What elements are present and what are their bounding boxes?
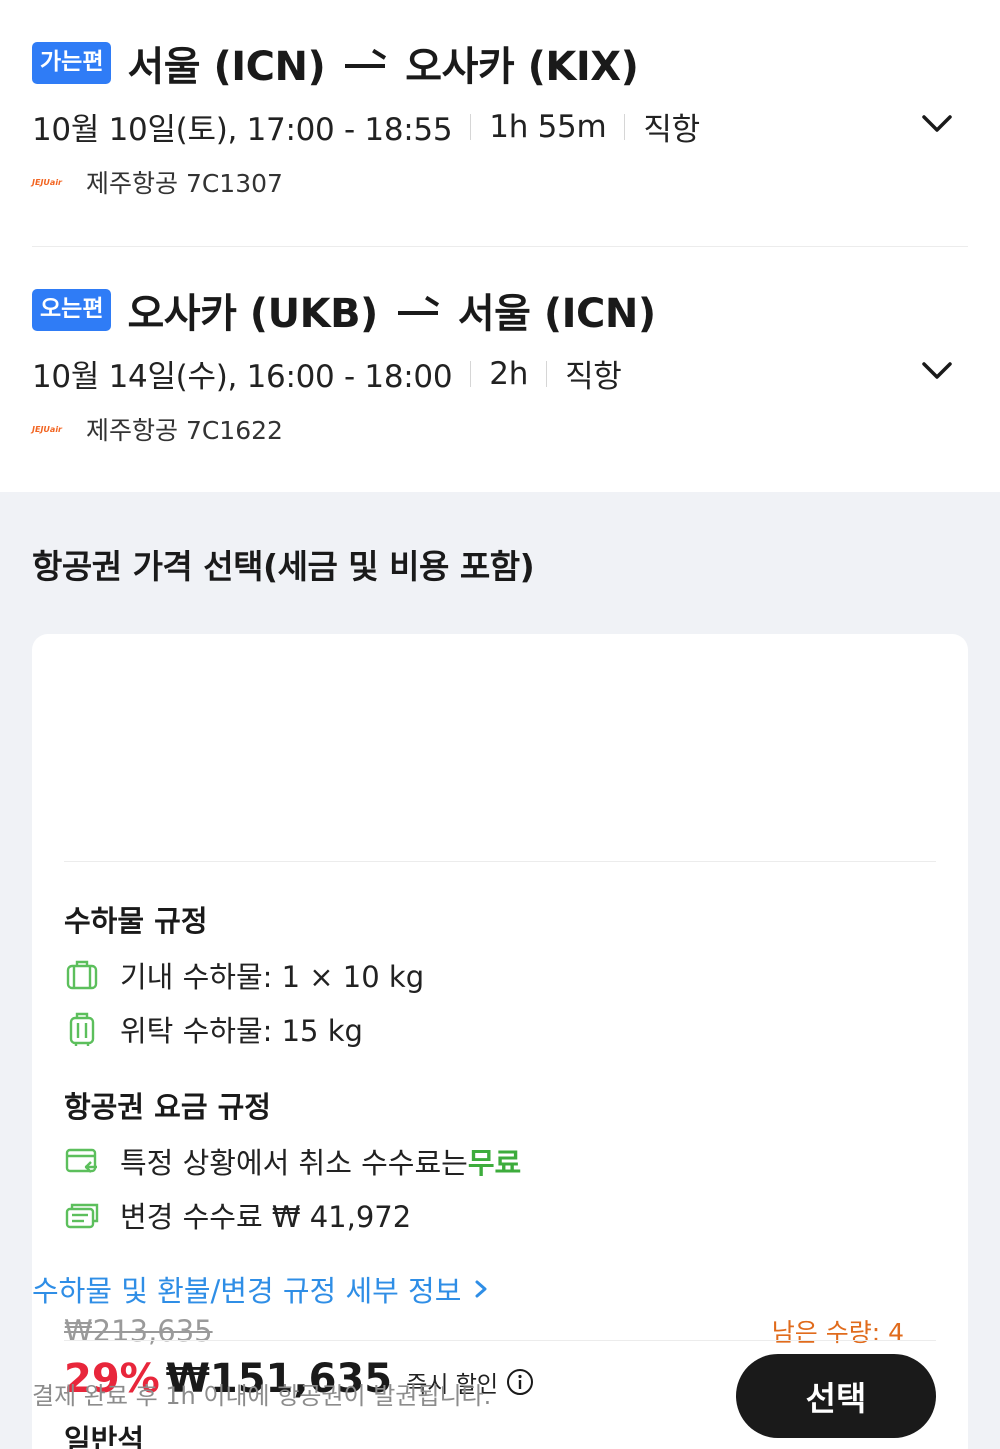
remaining-seats: 남은 수량: 4 xyxy=(771,1318,904,1347)
route-arrow-icon xyxy=(396,295,440,325)
chevron-right-icon xyxy=(475,1280,487,1298)
fare-rules-title: 항공권 요금 규정 xyxy=(64,1090,271,1124)
divider xyxy=(64,1340,936,1341)
outbound-badge: 가는편 xyxy=(32,42,112,84)
cancel-fee-rule: 특정 상황에서 취소 수수료는 무료 xyxy=(64,1140,521,1182)
return-airline: JEJUair 제주항공 7C1622 xyxy=(32,411,283,447)
chevron-down-icon[interactable] xyxy=(920,353,954,387)
rules-detail-link[interactable]: 수하물 및 환불/변경 규정 세부 정보 xyxy=(32,1268,493,1310)
rules-detail-link-label: 수하물 및 환불/변경 규정 세부 정보 xyxy=(32,1274,462,1308)
carry-on-text: 기내 수하물: 1 × 10 kg xyxy=(120,960,425,994)
carry-on-rule: 기내 수하물: 1 × 10 kg xyxy=(64,954,424,996)
chevron-down-icon[interactable] xyxy=(920,106,954,140)
return-destination: 서울 (ICN) xyxy=(457,291,656,337)
carry-on-bag-icon xyxy=(66,960,98,990)
return-date-time: 10월 14일(수), 16:00 - 18:00 xyxy=(32,359,453,395)
outbound-airline: JEJUair 제주항공 7C1307 xyxy=(32,164,283,200)
seat-class: 일반석 xyxy=(64,1423,145,1449)
checked-bag-rule: 위탁 수하물: 15 kg xyxy=(64,1008,363,1050)
divider xyxy=(546,360,548,387)
outbound-schedule: 10월 10일(토), 17:00 - 18:55 1h 55m 직항 xyxy=(32,104,700,149)
original-price: ₩213,635 xyxy=(64,1314,213,1348)
info-icon[interactable] xyxy=(506,1368,534,1396)
baggage-title: 수하물 규정 xyxy=(64,904,208,938)
checked-bag-icon xyxy=(69,1012,95,1046)
outbound-destination: 오사카 (KIX) xyxy=(405,44,639,90)
outbound-stops: 직항 xyxy=(643,112,700,148)
change-ticket-icon xyxy=(65,1203,99,1229)
return-route: 오사카 (UKB) 서울 (ICN) xyxy=(127,281,656,339)
outbound-flight-number: 제주항공 7C1307 xyxy=(86,169,283,198)
return-badge: 오는편 xyxy=(32,289,112,331)
return-flight-section[interactable]: 오는편 오사카 (UKB) 서울 (ICN) 10월 14일(수), 16:00… xyxy=(32,246,968,492)
select-button[interactable]: 선택 xyxy=(736,1354,936,1438)
issuance-note: 결제 완료 후 1h 이내에 항공권이 발권됩니다. xyxy=(32,1382,492,1410)
checked-bag-text: 위탁 수하물: 15 kg xyxy=(120,1014,363,1048)
return-route-row: 오는편 오사카 (UKB) 서울 (ICN) xyxy=(32,281,656,339)
airline-logo: JEJUair xyxy=(32,177,62,187)
outbound-date-time: 10월 10일(토), 17:00 - 18:55 xyxy=(32,112,453,148)
return-duration: 2h xyxy=(489,355,529,392)
outbound-origin: 서울 (ICN) xyxy=(127,44,326,90)
divider xyxy=(470,360,472,387)
return-flight-number: 제주항공 7C1622 xyxy=(86,416,283,445)
change-fee-text: 변경 수수료 ₩ 41,972 xyxy=(120,1200,412,1234)
cancel-fee-text: 특정 상황에서 취소 수수료는 xyxy=(120,1146,468,1180)
divider xyxy=(624,113,626,140)
outbound-route: 서울 (ICN) 오사카 (KIX) xyxy=(127,34,638,92)
return-origin: 오사카 (UKB) xyxy=(127,291,378,337)
fare-card: ₩213,635 남은 수량: 4 29% ₩151,635 즉시 할인 일반석… xyxy=(32,634,968,1449)
outbound-route-row: 가는편 서울 (ICN) 오사카 (KIX) xyxy=(32,34,639,92)
price-section-title: 항공권 가격 선택(세금 및 비용 포함) xyxy=(32,547,535,586)
airline-logo: JEJUair xyxy=(32,424,62,434)
return-schedule: 10월 14일(수), 16:00 - 18:00 2h 직항 xyxy=(32,351,622,396)
outbound-duration: 1h 55m xyxy=(489,108,607,145)
divider xyxy=(64,861,936,862)
refund-card-icon xyxy=(65,1148,97,1173)
cancel-fee-free: 무료 xyxy=(467,1146,522,1180)
change-fee-rule: 변경 수수료 ₩ 41,972 xyxy=(64,1194,411,1236)
outbound-flight-section[interactable]: 가는편 서울 (ICN) 오사카 (KIX) 10월 10일(토), 17:00… xyxy=(32,0,968,246)
route-arrow-icon xyxy=(343,48,387,78)
divider xyxy=(470,113,472,140)
return-stops: 직항 xyxy=(565,359,622,395)
